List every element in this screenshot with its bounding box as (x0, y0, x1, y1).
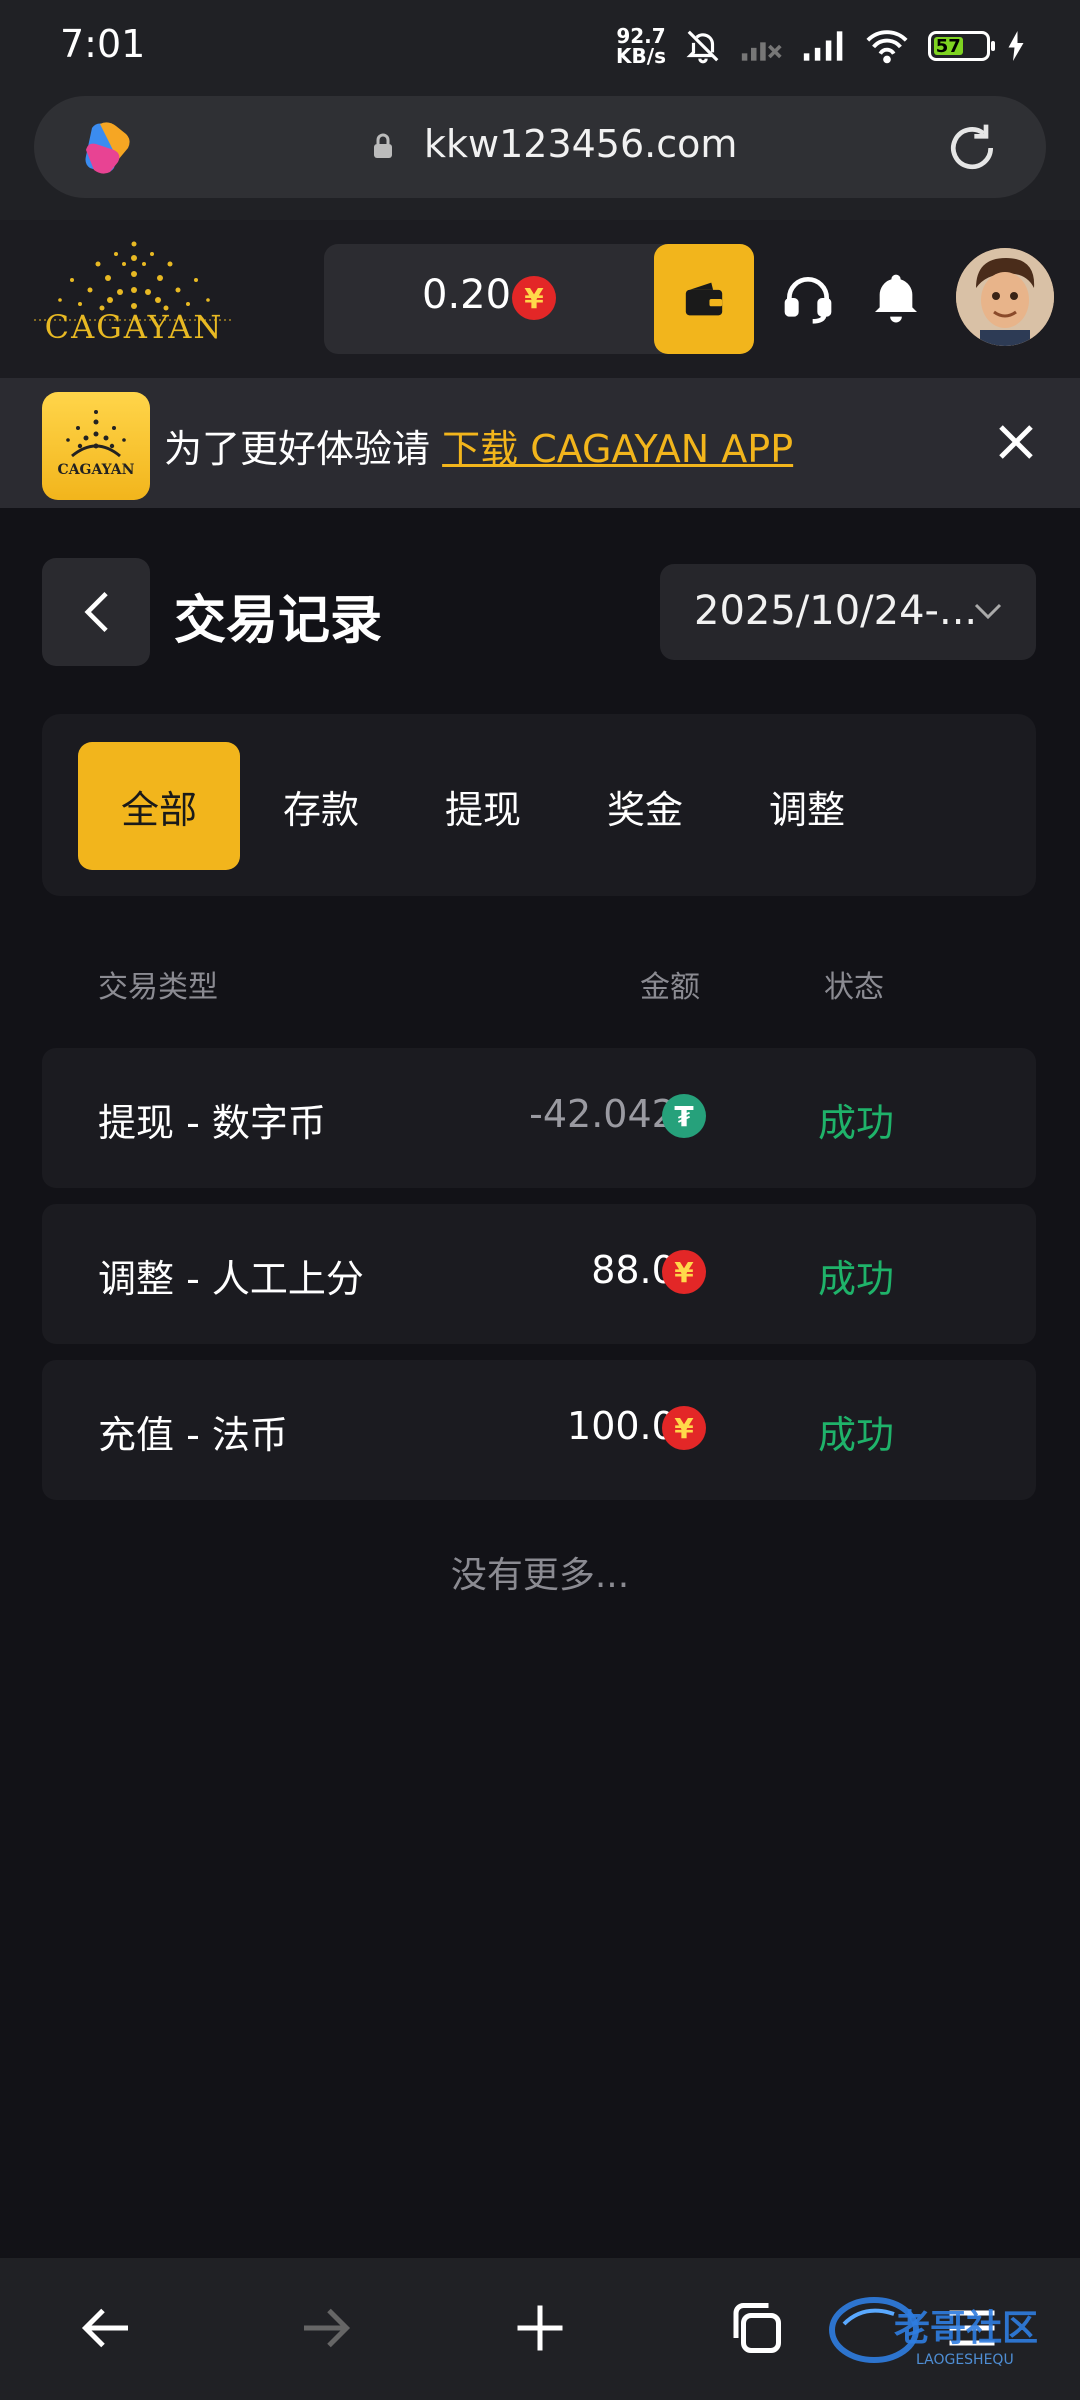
address-bar[interactable]: kkw123456.com (34, 96, 1046, 198)
site-header: CAGAYAN 0.20 ¥ (0, 220, 1080, 378)
back-button[interactable] (42, 558, 150, 666)
lock-icon (374, 133, 392, 158)
watermark-text: 老哥社区 (894, 2308, 1038, 2349)
headset-icon[interactable] (780, 270, 836, 326)
status-badge: 成功 (818, 1413, 895, 1457)
charging-icon (1008, 31, 1024, 61)
wallet-button[interactable] (654, 244, 754, 354)
column-header-status: 状态 (824, 970, 884, 1005)
column-header-type: 交易类型 (98, 970, 218, 1005)
banner-message: 为了更好体验请 下载 CAGAYAN APP (164, 418, 793, 473)
download-app-link[interactable]: 下载 CAGAYAN APP (442, 427, 793, 471)
new-tab-icon[interactable] (510, 2298, 570, 2358)
logo-text: CAGAYAN (44, 308, 224, 346)
wifi-icon (866, 30, 908, 64)
status-bar: 7:01 92.7 KB/s 57 (0, 0, 1080, 96)
app-icon[interactable]: CAGAYAN (42, 392, 150, 500)
app-icon-label: CAGAYAN (57, 462, 135, 478)
signal-off-icon (741, 42, 782, 61)
status-badge: 成功 (818, 1257, 895, 1301)
balance-display: 0.20 ¥ (324, 244, 754, 354)
watermark-subtext: LAOGESHEQU (916, 2352, 1014, 2368)
copilot-icon[interactable] (78, 120, 138, 176)
watermark-logo: 老哥社区 LAOGESHEQU (829, 2297, 1038, 2368)
signal-icon (803, 31, 843, 61)
tether-icon: ₮ (662, 1094, 706, 1138)
back-arrow-icon[interactable] (78, 2298, 138, 2358)
status-time: 7:01 (60, 22, 146, 66)
avatar-image (956, 248, 1054, 346)
status-badge: 成功 (818, 1101, 895, 1145)
app-sunburst-icon (66, 410, 126, 458)
table-row[interactable]: 充值 - 法币 100.00 ¥ 成功 (42, 1360, 1036, 1500)
banner-prefix: 为了更好体验请 (164, 427, 431, 471)
transaction-type: 调整 - 人工上分 (98, 1257, 364, 1301)
yuan-icon: ¥ (662, 1250, 706, 1294)
filter-tabs: 全部 存款 提现 奖金 调整 (42, 714, 1036, 896)
browser-bottom-nav: 老哥社区 LAOGESHEQU (0, 2258, 1080, 2400)
date-range-select[interactable]: 2025/10/24-... (660, 564, 1036, 660)
net-speed: 92.7 KB/s (616, 24, 666, 68)
column-header-amount: 金额 (640, 970, 700, 1005)
table-row[interactable]: 调整 - 人工上分 88.00 ¥ 成功 (42, 1204, 1036, 1344)
wallet-icon (685, 282, 723, 316)
url-text[interactable]: kkw123456.com (424, 122, 737, 166)
bell-icon[interactable] (868, 270, 924, 326)
chevron-down-icon (974, 603, 1002, 620)
yuan-icon: ¥ (512, 276, 556, 320)
page-title: 交易记录 (174, 591, 383, 651)
transaction-type: 提现 - 数字币 (98, 1101, 326, 1145)
close-icon[interactable] (996, 422, 1036, 462)
status-icons: 92.7 KB/s 57 (616, 26, 1024, 66)
chevron-left-icon (84, 592, 108, 632)
tab-deposit[interactable]: 存款 (240, 742, 402, 870)
no-more-text: 没有更多... (450, 1555, 630, 1596)
tab-bonus[interactable]: 奖金 (564, 742, 726, 870)
browser-toolbar: kkw123456.com (0, 96, 1080, 220)
avatar[interactable] (956, 248, 1054, 346)
tab-adjustment[interactable]: 调整 (726, 742, 888, 870)
tab-withdraw[interactable]: 提现 (402, 742, 564, 870)
date-range-value: 2025/10/24-... (694, 588, 978, 634)
reload-icon[interactable] (944, 120, 1000, 176)
tab-all[interactable]: 全部 (78, 742, 240, 870)
bell-muted-icon (686, 30, 719, 64)
transaction-type: 充值 - 法币 (98, 1413, 288, 1457)
download-banner: CAGAYAN 为了更好体验请 下载 CAGAYAN APP (0, 378, 1080, 508)
site-logo[interactable]: CAGAYAN (24, 234, 244, 364)
balance-value: 0.20 (422, 272, 512, 318)
forward-arrow-icon[interactable] (294, 2298, 354, 2358)
battery-icon: 57 (928, 31, 995, 61)
tabs-icon[interactable] (726, 2298, 786, 2358)
yuan-icon: ¥ (662, 1406, 706, 1450)
table-row[interactable]: 提现 - 数字币 -42.0429 ₮ 成功 (42, 1048, 1036, 1188)
